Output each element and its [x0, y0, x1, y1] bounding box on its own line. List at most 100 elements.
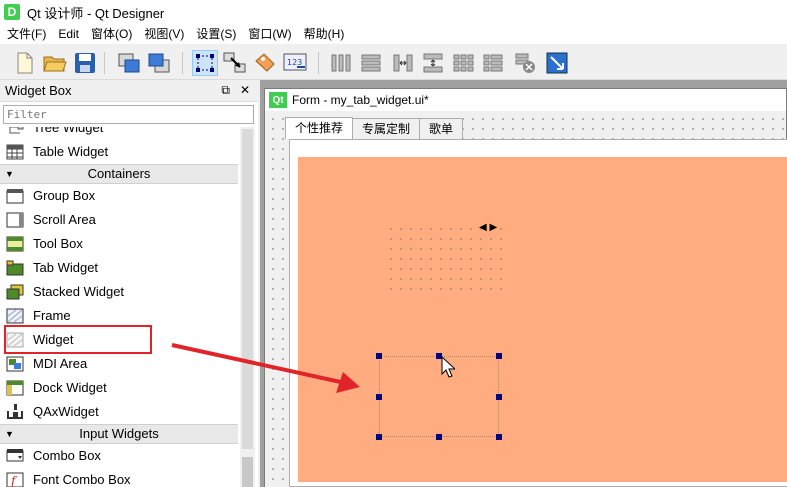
- widget-list: Tree Widget Table Widget ▼ Containers Gro…: [0, 127, 240, 487]
- category-label: Input Widgets: [79, 426, 159, 441]
- mouse-cursor-icon: [441, 356, 455, 378]
- layout-horizontally-icon[interactable]: [328, 50, 354, 76]
- tree-widget-icon: [9, 127, 24, 134]
- list-item-tree-widget[interactable]: Tree Widget: [0, 127, 240, 140]
- qaxwidget-icon: [7, 404, 23, 419]
- close-icon[interactable]: ✕: [240, 83, 250, 98]
- list-item-label: Scroll Area: [33, 212, 96, 227]
- form-title: Form - my_tab_widget.ui*: [292, 93, 429, 107]
- designer-app-icon: D: [4, 4, 20, 20]
- qt-logo-icon: Qt: [269, 92, 287, 108]
- scroll-area-icon: [6, 212, 24, 228]
- float-icon[interactable]: ⧉: [221, 83, 230, 98]
- edit-tab-order-icon[interactable]: 123: [282, 50, 308, 76]
- list-item-scroll-area[interactable]: Scroll Area: [0, 208, 240, 232]
- menu-file[interactable]: 文件(F): [0, 24, 52, 44]
- send-to-back-icon[interactable]: [146, 50, 172, 76]
- selection-handle[interactable]: [496, 394, 502, 400]
- list-item-label: Table Widget: [33, 144, 109, 159]
- list-item-label: Dock Widget: [33, 380, 107, 395]
- list-item-label: Tool Box: [33, 236, 83, 251]
- layout-grid-icon[interactable]: [450, 50, 476, 76]
- form-title-bar: Qt Form - my_tab_widget.ui*: [265, 89, 786, 111]
- list-item-tool-box[interactable]: Tool Box: [0, 232, 240, 256]
- stacked-widget-icon: [6, 284, 24, 300]
- tab-bar: 个性推荐 专属定制 歌单: [285, 117, 464, 139]
- category-input-widgets[interactable]: ▼ Input Widgets: [0, 424, 238, 444]
- layout-form-icon[interactable]: [480, 50, 506, 76]
- menu-edit[interactable]: Edit: [52, 24, 85, 44]
- selection-handle[interactable]: [436, 434, 442, 440]
- layout-vertical-splitter-icon[interactable]: [420, 50, 446, 76]
- list-item-group-box[interactable]: Group Box: [0, 184, 240, 208]
- break-layout-icon[interactable]: [512, 50, 538, 76]
- selection-handle[interactable]: [496, 353, 502, 359]
- list-item-label: Tree Widget: [33, 127, 104, 135]
- layout-vertically-icon[interactable]: [358, 50, 384, 76]
- list-item-font-combo-box[interactable]: f Font Combo Box: [0, 468, 240, 487]
- highlight-box: [4, 325, 152, 354]
- combo-box-icon: [6, 449, 24, 462]
- category-label: Containers: [87, 166, 151, 181]
- list-item-label: Tab Widget: [33, 260, 99, 275]
- list-item-table-widget[interactable]: Table Widget: [0, 140, 240, 164]
- bring-to-front-icon[interactable]: [116, 50, 142, 76]
- widget-box-title: Widget Box: [5, 83, 72, 98]
- list-item-label: MDI Area: [33, 356, 88, 371]
- list-item-combo-box[interactable]: Combo Box: [0, 444, 240, 468]
- list-item-label: Group Box: [33, 188, 96, 203]
- list-item-label: Combo Box: [33, 448, 101, 463]
- scrollbar-track: [242, 457, 253, 487]
- tab-custom[interactable]: 专属定制: [352, 118, 421, 139]
- tab-playlist[interactable]: 歌单: [419, 118, 464, 139]
- main-toolbar: 123: [0, 44, 787, 80]
- table-widget-icon: [6, 144, 24, 160]
- list-item-tab-widget[interactable]: Tab Widget: [0, 256, 240, 280]
- layout-horizontal-splitter-icon[interactable]: [390, 50, 416, 76]
- selected-widget[interactable]: [379, 356, 499, 437]
- tab-recommend[interactable]: 个性推荐: [285, 117, 354, 139]
- drag-arrow-icon: [171, 343, 360, 393]
- edit-buddies-icon[interactable]: [252, 50, 278, 76]
- layout-grid-dots: [386, 224, 506, 294]
- menu-bar: 文件(F) Edit 窗体(O) 视图(V) 设置(S) 窗口(W) 帮助(H): [0, 24, 787, 44]
- edit-widgets-icon[interactable]: [192, 50, 218, 76]
- edit-signals-slots-icon[interactable]: [222, 50, 248, 76]
- list-item-stacked-widget[interactable]: Stacked Widget: [0, 280, 240, 304]
- category-containers[interactable]: ▼ Containers: [0, 164, 238, 184]
- svg-text:123: 123: [287, 58, 302, 67]
- title-bar: D Qt 设计师 - Qt Designer: [0, 0, 787, 24]
- adjust-size-icon[interactable]: [544, 50, 570, 76]
- window-title: Qt 设计师 - Qt Designer: [27, 5, 165, 21]
- frame-icon: [6, 308, 24, 324]
- menu-form[interactable]: 窗体(O): [85, 24, 138, 44]
- resize-arrows-icon: ◀ ▶: [479, 222, 498, 233]
- chevron-down-icon: ▼: [5, 429, 14, 439]
- font-combo-box-icon: f: [6, 472, 24, 487]
- menu-view[interactable]: 视图(V): [138, 24, 190, 44]
- selection-handle[interactable]: [376, 353, 382, 359]
- menu-window[interactable]: 窗口(W): [242, 24, 297, 44]
- group-box-icon: [6, 189, 24, 204]
- list-item-label: Font Combo Box: [33, 472, 131, 487]
- menu-help[interactable]: 帮助(H): [298, 24, 351, 44]
- widget-box-header: Widget Box ⧉ ✕: [0, 80, 258, 102]
- tab-page-content[interactable]: [298, 157, 787, 482]
- chevron-down-icon: ▼: [5, 169, 14, 179]
- list-item-label: Stacked Widget: [33, 284, 125, 299]
- selection-handle[interactable]: [496, 434, 502, 440]
- menu-settings[interactable]: 设置(S): [190, 24, 242, 44]
- list-item-label: QAxWidget: [33, 404, 99, 419]
- filter-input[interactable]: Filter: [3, 105, 254, 124]
- open-folder-icon[interactable]: [42, 50, 68, 76]
- selection-handle[interactable]: [376, 394, 382, 400]
- tab-widget-icon: [6, 260, 24, 276]
- save-icon[interactable]: [72, 50, 98, 76]
- mdi-area-icon: [6, 356, 24, 372]
- dock-widget-icon: [6, 380, 24, 396]
- widget-box-panel: Widget Box ⧉ ✕ Filter Tree Widget Table …: [0, 80, 258, 487]
- widget-list-scrollbar[interactable]: [240, 127, 255, 487]
- selection-handle[interactable]: [376, 434, 382, 440]
- form-window: Qt Form - my_tab_widget.ui* 个性推荐 专属定制 歌单…: [264, 88, 787, 487]
- new-file-icon[interactable]: [12, 50, 38, 76]
